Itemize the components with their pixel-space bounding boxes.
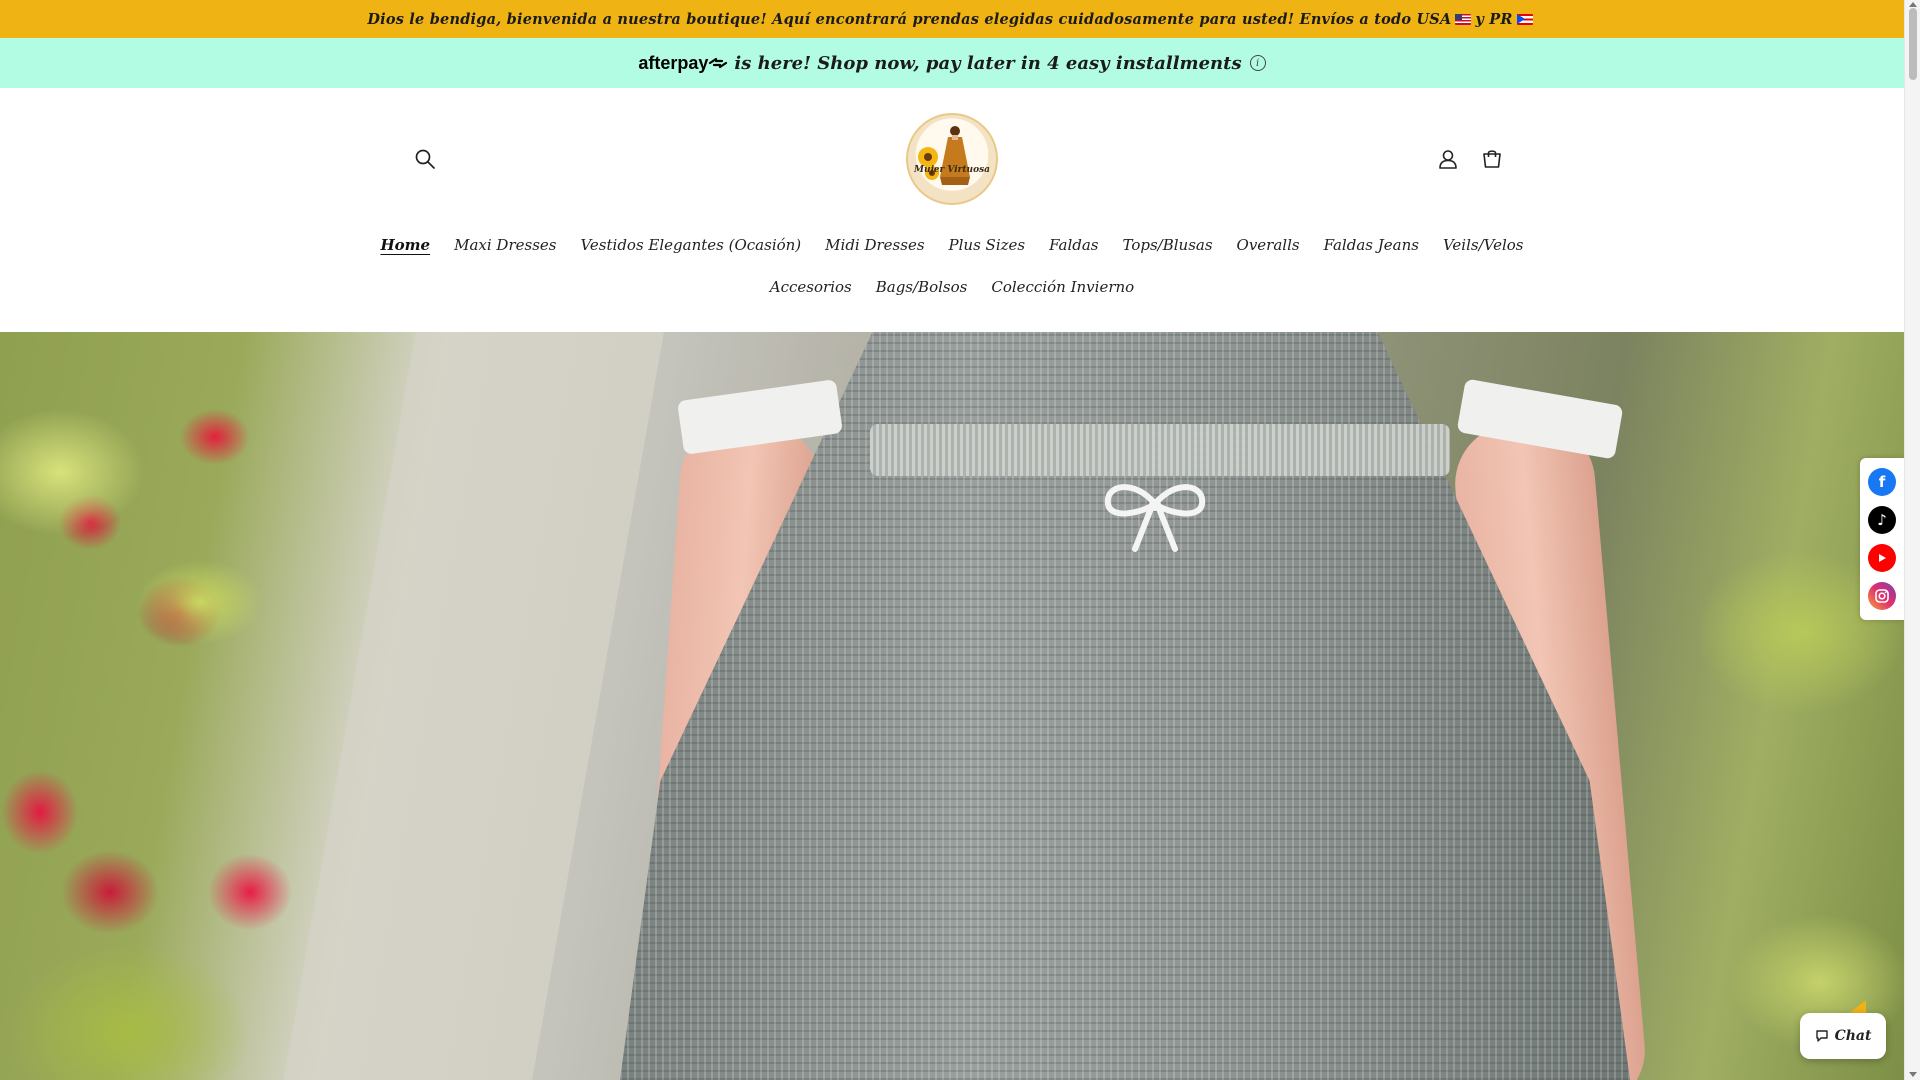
account-icon bbox=[1439, 150, 1457, 169]
us-flag-icon bbox=[1455, 13, 1472, 25]
chat-label: Chat bbox=[1834, 1028, 1872, 1044]
bow-icon bbox=[1104, 484, 1206, 552]
facebook-icon[interactable]: f bbox=[1868, 468, 1896, 496]
afterpay-logo: afterpay bbox=[638, 53, 728, 74]
info-icon[interactable]: i bbox=[1249, 55, 1266, 71]
nav-overalls[interactable]: Overalls bbox=[1237, 232, 1300, 258]
main-nav-row-1: Home Maxi Dresses Vestidos Elegantes (Oc… bbox=[0, 232, 1904, 258]
instagram-icon[interactable] bbox=[1868, 582, 1896, 610]
hero-sidewalk bbox=[250, 332, 670, 1080]
hero-banner[interactable] bbox=[0, 332, 1904, 1080]
logo-illustration-icon bbox=[918, 126, 970, 185]
announcement-text: Dios le bendiga, bienvenida a nuestra bo… bbox=[367, 10, 1452, 28]
cart-icon bbox=[1483, 150, 1501, 168]
nav-maxi-dresses[interactable]: Maxi Dresses bbox=[454, 232, 556, 258]
scroll-up-arrow-icon[interactable] bbox=[1909, 2, 1917, 7]
afterpay-banner[interactable]: afterpay is here! Shop now, pay later in… bbox=[0, 38, 1904, 88]
announcement-text-mid: y PR bbox=[1475, 10, 1513, 28]
tiktok-icon[interactable]: ♪ bbox=[1868, 506, 1896, 534]
account-button[interactable] bbox=[1432, 143, 1464, 175]
scrollbar-thumb[interactable] bbox=[1909, 8, 1917, 80]
search-icon bbox=[415, 149, 435, 169]
hero-waistband bbox=[870, 424, 1450, 476]
nav-coleccion-invierno[interactable]: Colección Invierno bbox=[991, 274, 1134, 300]
search-button[interactable] bbox=[409, 143, 441, 175]
announcement-bar: Dios le bendiga, bienvenida a nuestra bo… bbox=[0, 0, 1904, 38]
instagram-camera-icon bbox=[1875, 589, 1889, 603]
social-links-rail: f ♪ bbox=[1860, 458, 1904, 620]
chat-bubble-icon bbox=[1815, 1030, 1828, 1042]
nav-faldas[interactable]: Faldas bbox=[1049, 232, 1098, 258]
youtube-play-icon bbox=[1879, 554, 1886, 562]
nav-tops-blusas[interactable]: Tops/Blusas bbox=[1122, 232, 1212, 258]
youtube-icon[interactable] bbox=[1868, 544, 1896, 572]
afterpay-logo-text: afterpay bbox=[638, 52, 709, 73]
scroll-down-arrow-icon[interactable] bbox=[1909, 1072, 1917, 1077]
brand-logo[interactable]: Mujer Virtuosa bbox=[906, 113, 998, 205]
afterpay-message: is here! Shop now, pay later in 4 easy i… bbox=[734, 52, 1242, 74]
page-scrollbar[interactable] bbox=[1904, 0, 1920, 1080]
afterpay-arrows-icon bbox=[709, 57, 728, 69]
nav-plus-sizes[interactable]: Plus Sizes bbox=[949, 232, 1026, 258]
page: Dios le bendiga, bienvenida a nuestra bo… bbox=[0, 0, 1904, 1080]
nav-veils-velos[interactable]: Veils/Velos bbox=[1443, 232, 1524, 258]
cart-button[interactable] bbox=[1476, 143, 1508, 175]
logo-text: Mujer Virtuosa bbox=[914, 165, 990, 175]
pr-flag-icon bbox=[1516, 13, 1533, 25]
nav-accesorios[interactable]: Accesorios bbox=[770, 274, 852, 300]
nav-faldas-jeans[interactable]: Faldas Jeans bbox=[1324, 232, 1419, 258]
chat-button[interactable]: Chat bbox=[1800, 1013, 1886, 1059]
nav-home[interactable]: Home bbox=[381, 232, 431, 258]
nav-vestidos-elegantes[interactable]: Vestidos Elegantes (Ocasión) bbox=[580, 232, 801, 258]
site-header: Mujer Virtuosa Home Maxi Dresses Vestido… bbox=[0, 88, 1904, 332]
main-nav-row-2: Accesorios Bags/Bolsos Colección Inviern… bbox=[0, 274, 1904, 300]
nav-midi-dresses[interactable]: Midi Dresses bbox=[825, 232, 924, 258]
nav-bags-bolsos[interactable]: Bags/Bolsos bbox=[876, 274, 968, 300]
